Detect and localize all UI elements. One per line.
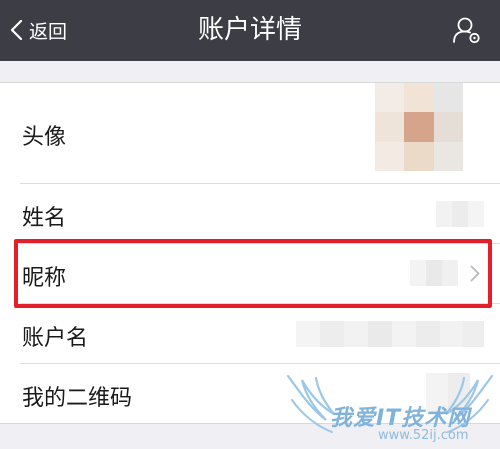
- nickname-value: [410, 260, 458, 286]
- watermark-url: www.52ij.com: [378, 428, 469, 443]
- nickname-label: 昵称: [22, 266, 67, 291]
- name-label: 姓名: [22, 206, 67, 231]
- account-name-label: 账户名: [22, 326, 89, 351]
- account-name-value: [296, 321, 484, 347]
- back-button[interactable]: 返回: [10, 14, 67, 46]
- page-title: 账户详情: [197, 15, 302, 45]
- user-settings-button[interactable]: [452, 16, 482, 46]
- name-value: [436, 201, 484, 227]
- account-detail-list: 头像 姓名 昵称 账户名 我的二维码: [0, 82, 500, 424]
- account-name-row[interactable]: 账户名: [0, 303, 500, 363]
- qrcode-row[interactable]: 我的二维码: [0, 363, 500, 423]
- back-label: 返回: [29, 20, 68, 43]
- name-row[interactable]: 姓名: [0, 183, 500, 243]
- navigation-bar: 返回 账户详情: [0, 0, 500, 61]
- qrcode-label: 我的二维码: [22, 386, 133, 411]
- avatar-label: 头像: [22, 125, 67, 150]
- nickname-row[interactable]: 昵称: [0, 243, 500, 303]
- avatar: [375, 83, 463, 171]
- chevron-left-icon: [10, 19, 23, 41]
- avatar-row[interactable]: 头像: [0, 83, 500, 183]
- user-settings-icon: [453, 17, 480, 44]
- qrcode-value: [426, 373, 470, 413]
- chevron-right-icon: [470, 265, 480, 282]
